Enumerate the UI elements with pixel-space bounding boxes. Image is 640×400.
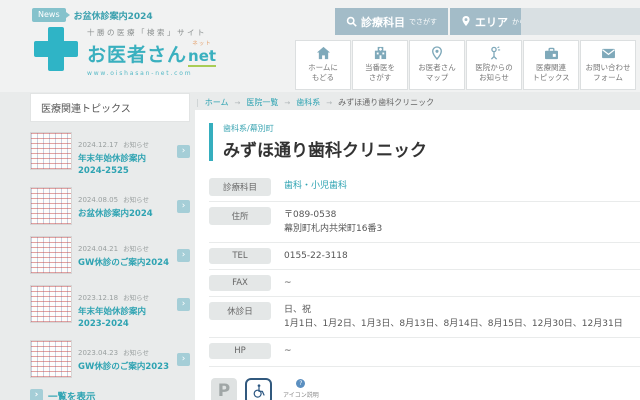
news-line: News お盆休診案内2024: [32, 8, 153, 22]
search-icon: [346, 12, 357, 31]
site-header: News お盆休診案内2024 十勝の医療「検索」サイト お医者さん ネット n…: [0, 0, 640, 92]
nav-clinic-news[interactable]: 医院からの お知らせ: [466, 40, 522, 90]
mail-icon: [581, 45, 635, 61]
page-title: みずほ通り歯科クリニック: [223, 136, 640, 161]
topic-item[interactable]: 2024.04.21 お知らせ GW休診のご案内2024 ›: [30, 236, 190, 276]
topic-date: 2024.12.17: [78, 141, 118, 149]
topic-tag: お知らせ: [123, 141, 149, 149]
home-icon: [296, 45, 350, 61]
topic-title[interactable]: 年末年始休診案内 2024-2525: [78, 154, 175, 178]
detail-row-departments: 診療科目 歯科・小児歯科: [209, 173, 640, 201]
question-icon[interactable]: ?: [296, 379, 305, 388]
clinic-details: 診療科目 歯科・小児歯科 住所 〒089-0538幕別町札内共栄町16番3 TE…: [209, 173, 640, 364]
parking-icon: P: [211, 378, 237, 400]
topic-item[interactable]: 2024.12.17 お知らせ 年末年始休診案内 2024-2525 ›: [30, 132, 190, 178]
topic-tag: お知らせ: [123, 294, 149, 302]
nav-contact-form[interactable]: お問い合わせ フォーム: [580, 40, 636, 90]
topic-item[interactable]: 2023.12.18 お知らせ 年末年始休診案内 2023-2024 ›: [30, 285, 190, 331]
sidebar-title: 医療関連トピックス: [30, 93, 190, 122]
topic-date: 2024.04.21: [78, 245, 118, 253]
detail-row-hp: HP ~: [209, 337, 640, 364]
topic-thumbnail: [30, 187, 72, 225]
logo-name: お医者さん: [87, 40, 187, 67]
medical-cross-icon: [34, 27, 78, 71]
topic-item[interactable]: 2024.08.05 お知らせ お盆休診案内2024 ›: [30, 187, 190, 227]
chevron-right-icon[interactable]: ›: [177, 353, 190, 366]
clinic-header: 歯科系/幕別町 みずほ通り歯科クリニック: [209, 123, 640, 161]
nav-doctor-map[interactable]: お医者さん マップ: [409, 40, 465, 90]
topic-date: 2023.12.18: [78, 294, 118, 302]
facility-icons: P ? アイコン説明: [209, 366, 640, 400]
breadcrumb-clinic-list[interactable]: 医院一覧: [246, 97, 278, 108]
chevron-right-icon[interactable]: ›: [177, 249, 190, 262]
page: News お盆休診案内2024 十勝の医療「検索」サイト お医者さん ネット n…: [0, 0, 640, 400]
topic-tag: お知らせ: [123, 196, 149, 204]
detail-row-closed-days: 休診日 日、祝1月1日、1月2日、1月3日、8月13日、8月14日、8月15日、…: [209, 296, 640, 337]
topic-title[interactable]: お盆休診案内2024: [78, 209, 175, 221]
map-pin-icon: [410, 45, 464, 61]
briefcase-icon: [524, 45, 578, 61]
detail-row-address: 住所 〒089-0538幕別町札内共栄町16番3: [209, 201, 640, 242]
logo-tagline: 十勝の医療「検索」サイト: [87, 27, 216, 38]
search-by-department-button[interactable]: 診療科目でさがす: [335, 8, 448, 35]
topic-date: 2024.08.05: [78, 196, 118, 204]
site-logo[interactable]: 十勝の医療「検索」サイト お医者さん ネット net www.oishasan-…: [34, 27, 216, 77]
topic-tag: お知らせ: [123, 349, 149, 357]
news-badge: News: [32, 8, 66, 22]
nav-on-duty-doctor[interactable]: 当番医を さがす: [352, 40, 408, 90]
icon-help[interactable]: ? アイコン説明: [283, 379, 319, 399]
clinic-category: 歯科系/幕別町: [223, 123, 640, 134]
breadcrumb-dental[interactable]: 歯科系: [296, 97, 320, 108]
topic-item[interactable]: 2023.04.23 お知らせ GW休診のご案内2023 ›: [30, 340, 190, 380]
topic-title[interactable]: GW休診のご案内2024: [78, 258, 175, 270]
topic-thumbnail: [30, 340, 72, 378]
announcement-icon: [467, 45, 521, 61]
topic-thumbnail: [30, 285, 72, 323]
hospital-icon: [353, 45, 407, 61]
wheelchair-icon: [245, 378, 272, 400]
departments-link[interactable]: 歯科・小児歯科: [284, 178, 347, 194]
news-link[interactable]: お盆休診案内2024: [74, 9, 153, 22]
topic-date: 2023.04.23: [78, 349, 118, 357]
nav-home[interactable]: ホームに もどる: [295, 40, 351, 90]
chevron-right-icon[interactable]: ›: [177, 200, 190, 213]
logo-url: www.oishasan-net.com: [87, 70, 216, 77]
main-nav: ホームに もどる 当番医を さがす お医者さん マップ 医院からの お知らせ 医…: [295, 40, 636, 90]
topic-title[interactable]: 年末年始休診案内 2023-2024: [78, 307, 175, 331]
breadcrumb: | ホーム → 医院一覧 → 歯科系 → みずほ通り歯科クリニック: [196, 97, 434, 108]
breadcrumb-home[interactable]: ホーム: [205, 97, 229, 108]
show-all-topics-link[interactable]: › 一覧を表示: [30, 389, 190, 400]
sidebar-topics: 医療関連トピックス 2024.12.17 お知らせ 年末年始休診案内 2024-2…: [30, 93, 190, 400]
breadcrumb-current: みずほ通り歯科クリニック: [338, 97, 434, 108]
chevron-right-icon: ›: [30, 389, 43, 400]
topic-tag: お知らせ: [123, 245, 149, 253]
clinic-detail-card: 歯科系/幕別町 みずほ通り歯科クリニック 診療科目 歯科・小児歯科 住所 〒08…: [195, 110, 640, 400]
logo-name-suffix: net: [188, 47, 216, 67]
nav-medical-topics[interactable]: 医療関連 トピックス: [523, 40, 579, 90]
topic-thumbnail: [30, 236, 72, 274]
topic-title[interactable]: GW休診のご案内2023: [78, 362, 175, 374]
chevron-right-icon[interactable]: ›: [177, 145, 190, 158]
map-pin-icon: [461, 12, 471, 31]
chevron-right-icon[interactable]: ›: [177, 298, 190, 311]
header-search-spacer: [521, 8, 640, 35]
logo-ruby: ネット: [192, 39, 212, 47]
detail-row-tel: TEL 0155-22-3118: [209, 242, 640, 269]
topic-thumbnail: [30, 132, 72, 170]
detail-row-fax: FAX ~: [209, 269, 640, 296]
